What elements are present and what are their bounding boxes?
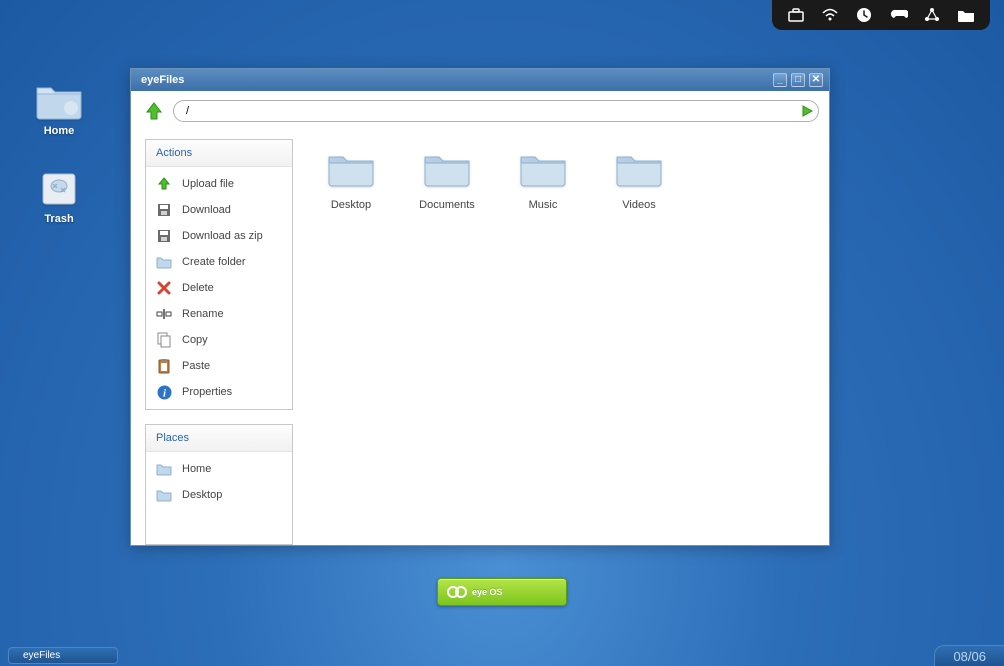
folder-icon — [615, 149, 663, 192]
delete-icon — [156, 280, 172, 296]
action-label: Paste — [182, 360, 210, 372]
go-button-icon[interactable] — [797, 101, 817, 121]
save-icon — [156, 202, 172, 218]
action-create-folder[interactable]: Create folder — [146, 249, 292, 275]
folder-icon — [327, 149, 375, 192]
action-download[interactable]: Download — [146, 197, 292, 223]
folder-documents[interactable]: Documents — [409, 149, 485, 212]
place-label: Desktop — [182, 489, 222, 501]
desktop-icon-home[interactable]: Home — [24, 80, 94, 137]
folder-label: Desktop — [331, 198, 371, 212]
save-icon — [156, 228, 172, 244]
folder-icon — [156, 461, 172, 477]
maximize-button[interactable]: □ — [791, 73, 805, 87]
action-label: Download as zip — [182, 230, 263, 242]
place-home[interactable]: Home — [146, 456, 292, 482]
action-label: Delete — [182, 282, 214, 294]
gamepad-icon[interactable] — [888, 6, 908, 24]
desktop-icon-label: Home — [44, 125, 75, 137]
close-button[interactable]: ✕ — [809, 73, 823, 87]
sidebar: Actions Upload file Download Download as z… — [131, 131, 303, 545]
window-controls: _ □ ✕ — [773, 73, 823, 87]
folder-icon — [156, 487, 172, 503]
action-label: Download — [182, 204, 231, 216]
folder-icon — [156, 254, 172, 270]
minimize-button[interactable]: _ — [773, 73, 787, 87]
action-upload-file[interactable]: Upload file — [146, 171, 292, 197]
action-paste[interactable]: Paste — [146, 353, 292, 379]
folder-label: Videos — [622, 198, 655, 212]
file-manager-window: eyeFiles _ □ ✕ Actions Upload file Downlo… — [130, 68, 830, 546]
action-label: Create folder — [182, 256, 246, 268]
folder-view[interactable]: Desktop Documents Music Videos — [303, 131, 829, 545]
clock-icon[interactable] — [854, 6, 874, 24]
info-icon: i — [156, 384, 172, 400]
action-label: Upload file — [182, 178, 234, 190]
folder-label: Documents — [419, 198, 475, 212]
action-properties[interactable]: i Properties — [146, 379, 292, 405]
wifi-icon[interactable] — [820, 6, 840, 24]
folder-tray-icon[interactable] — [956, 6, 976, 24]
action-rename[interactable]: Rename — [146, 301, 292, 327]
action-download-as-zip[interactable]: Download as zip — [146, 223, 292, 249]
taskbar: eyeFiles — [0, 644, 1004, 666]
action-copy[interactable]: Copy — [146, 327, 292, 353]
share-icon[interactable] — [922, 6, 942, 24]
folder-music[interactable]: Music — [505, 149, 581, 212]
folder-icon — [519, 149, 567, 192]
titlebar[interactable]: eyeFiles _ □ ✕ — [131, 69, 829, 91]
copy-icon — [156, 332, 172, 348]
start-launcher[interactable]: eye OS — [437, 578, 567, 606]
system-tray — [772, 0, 990, 30]
place-desktop[interactable]: Desktop — [146, 482, 292, 508]
action-label: Properties — [182, 386, 232, 398]
up-arrow-icon[interactable] — [143, 100, 165, 122]
clock[interactable]: 08/06 — [934, 645, 1004, 666]
actions-panel: Actions Upload file Download Download as z… — [145, 139, 293, 410]
taskbar-button[interactable]: eyeFiles — [8, 647, 118, 664]
folder-icon — [423, 149, 471, 192]
places-header: Places — [146, 425, 292, 452]
rename-icon — [156, 306, 172, 322]
places-panel: Places Home Desktop — [145, 424, 293, 545]
desktop-icon-label: Trash — [44, 213, 73, 225]
path-bar — [131, 91, 829, 131]
action-label: Copy — [182, 334, 208, 346]
desktop-icon-trash[interactable]: Trash — [24, 168, 94, 225]
briefcase-icon[interactable] — [786, 6, 806, 24]
launcher-label: eye OS — [472, 587, 503, 597]
path-input[interactable] — [173, 100, 819, 122]
window-title: eyeFiles — [141, 74, 773, 86]
place-label: Home — [182, 463, 211, 475]
folder-desktop[interactable]: Desktop — [313, 149, 389, 212]
folder-label: Music — [529, 198, 558, 212]
paste-icon — [156, 358, 172, 374]
actions-header: Actions — [146, 140, 292, 167]
action-label: Rename — [182, 308, 224, 320]
folder-videos[interactable]: Videos — [601, 149, 677, 212]
upload-icon — [156, 176, 172, 192]
action-delete[interactable]: Delete — [146, 275, 292, 301]
